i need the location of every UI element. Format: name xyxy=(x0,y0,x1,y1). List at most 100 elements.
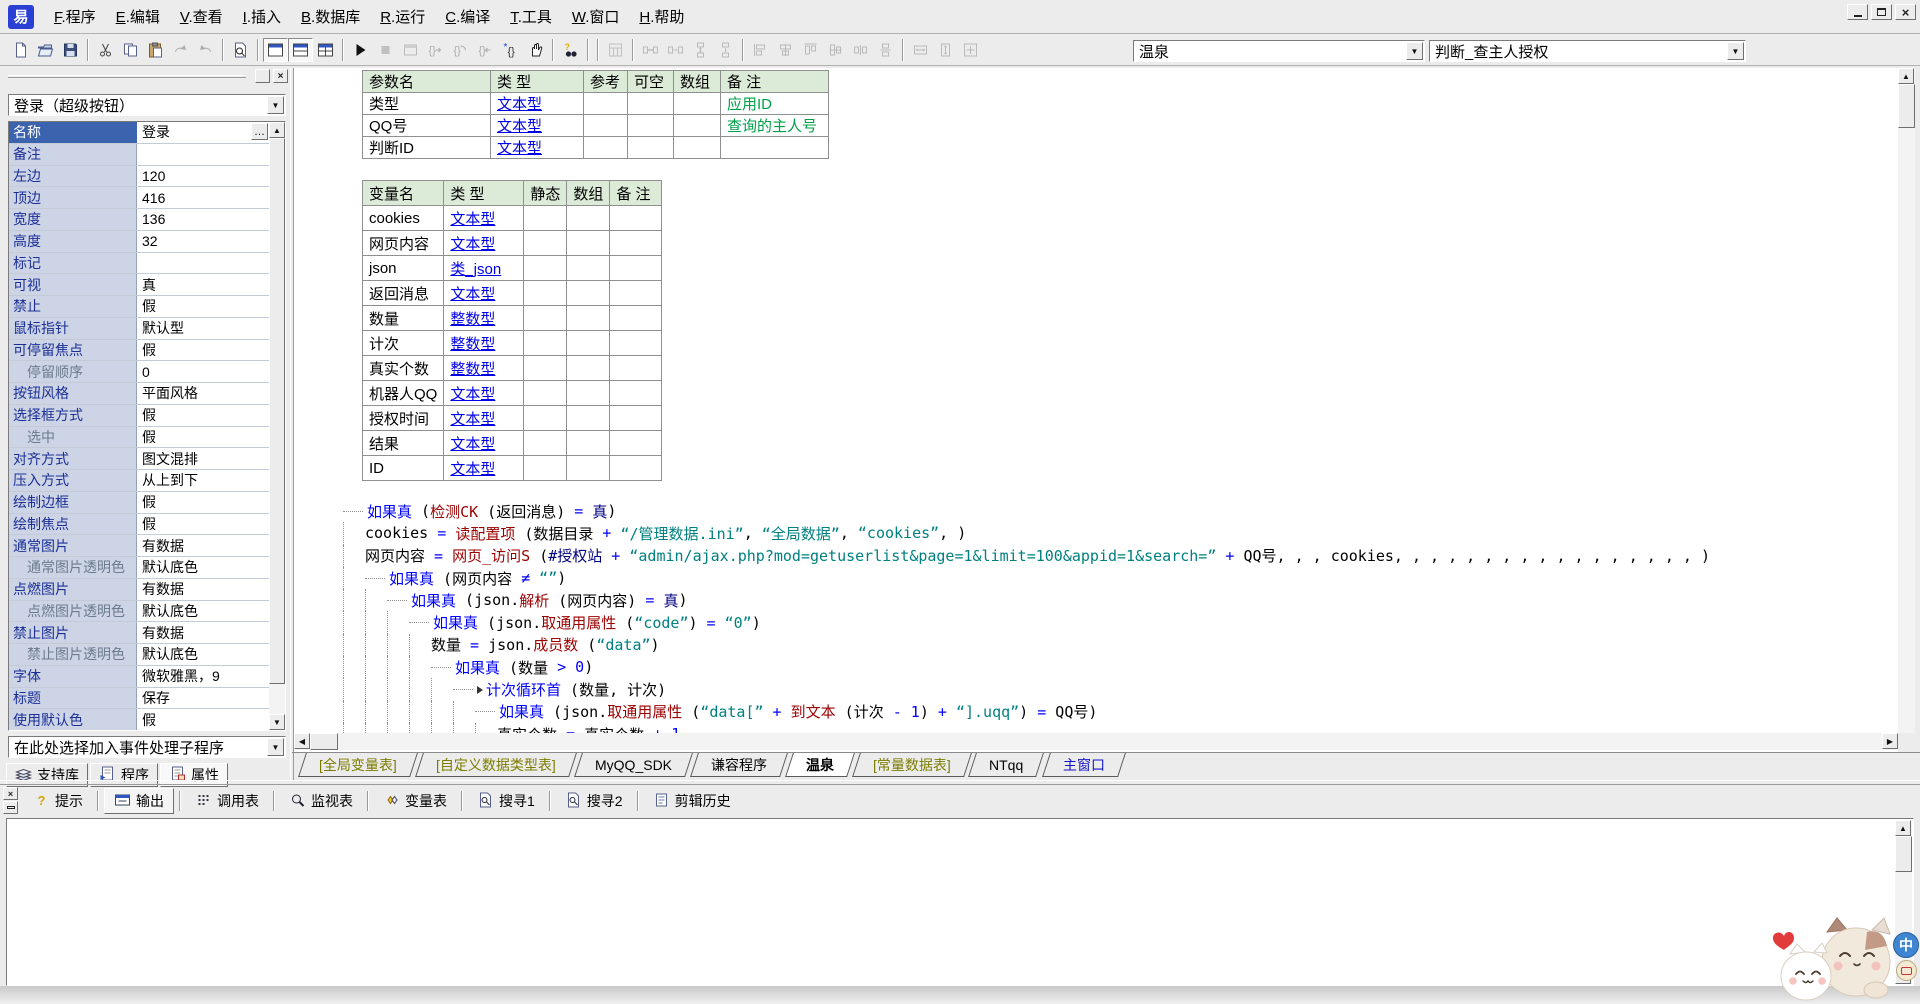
dock-tab-4[interactable]: 变量表 xyxy=(374,788,456,814)
var-table-row-cell-static[interactable] xyxy=(524,381,567,406)
property-row[interactable]: 左边120 xyxy=(9,166,269,188)
param-table-row-cell-remark[interactable] xyxy=(721,137,829,159)
property-row[interactable]: 通常图片有数据 xyxy=(9,535,269,557)
var-table-row[interactable]: 网页内容文本型 xyxy=(363,231,662,256)
property-row[interactable]: 点燃图片透明色默认底色 xyxy=(9,601,269,623)
menu-item-tools[interactable]: T.工具 xyxy=(500,2,562,31)
type-link[interactable]: 文本型 xyxy=(450,386,495,403)
var-table-row-cell-static[interactable] xyxy=(524,306,567,331)
var-table-row-cell-name[interactable]: 计次 xyxy=(363,331,444,356)
property-value[interactable]: 有数据 xyxy=(137,579,269,600)
ellipsis-button[interactable]: … xyxy=(251,123,268,140)
menu-item-edit[interactable]: E.编辑 xyxy=(106,2,170,31)
var-table-row-cell-type[interactable]: 整数型 xyxy=(444,331,524,356)
param-table-row[interactable]: 判断ID文本型 xyxy=(363,137,829,159)
type-link[interactable]: 文本型 xyxy=(497,140,542,157)
var-table-row-cell-remark[interactable] xyxy=(610,381,662,406)
property-row[interactable]: 点燃图片有数据 xyxy=(9,579,269,601)
param-table-row-cell-nullable[interactable] xyxy=(628,93,674,115)
param-table-row-cell-array[interactable] xyxy=(674,93,721,115)
dock-tab-7[interactable]: 剪辑历史 xyxy=(644,788,740,814)
var-table-row-cell-remark[interactable] xyxy=(610,331,662,356)
var-table-row-cell-array[interactable] xyxy=(567,456,610,481)
menu-item-window[interactable]: W.窗口 xyxy=(562,2,630,31)
param-table-row-cell-name[interactable]: 类型 xyxy=(363,93,491,115)
var-table-row-cell-remark[interactable] xyxy=(610,306,662,331)
var-table-row[interactable]: json 类_json xyxy=(363,256,662,281)
project-tab-1[interactable]: [自定义数据类型表] xyxy=(415,753,577,777)
var-table-row-cell-array[interactable] xyxy=(567,381,610,406)
toolbar-align-h-button[interactable] xyxy=(848,38,873,62)
var-table-row-cell-remark[interactable] xyxy=(610,406,662,431)
var-table-row-cell-array[interactable] xyxy=(567,281,610,306)
menu-item-view[interactable]: V.查看 xyxy=(170,2,233,31)
object-selector-combo[interactable]: 登录（超级按钮） ▼ xyxy=(8,94,286,116)
scroll-track[interactable] xyxy=(338,733,1882,750)
horizontal-scrollbar[interactable]: ◀ ▶ xyxy=(294,733,1898,750)
menu-item-insert[interactable]: I.插入 xyxy=(233,2,291,31)
output-panel[interactable]: ▲ ▼ xyxy=(6,818,1914,986)
property-value[interactable]: 有数据 xyxy=(137,535,269,556)
toolbar-view-top-button[interactable] xyxy=(263,38,288,62)
property-row[interactable]: 通常图片透明色默认底色 xyxy=(9,557,269,579)
var-table-row-cell-remark[interactable] xyxy=(610,431,662,456)
code-line[interactable]: cookies = 读配置项 (数据目录 + “/管理数据.ini”, “全局数… xyxy=(343,522,1883,544)
toolbar-breakpoint-button[interactable]: {}* xyxy=(498,38,523,62)
project-tab-7[interactable]: 主窗口 xyxy=(1042,753,1126,777)
var-table-row-cell-remark[interactable] xyxy=(610,256,662,281)
var-table-row-cell-name[interactable]: 授权时间 xyxy=(363,406,444,431)
property-row[interactable]: 顶边416 xyxy=(9,187,269,209)
var-table-row-cell-name[interactable]: json xyxy=(363,256,444,281)
var-table-row[interactable]: 结果文本型 xyxy=(363,431,662,456)
scroll-left-icon[interactable]: ◀ xyxy=(294,733,310,749)
var-table-row-cell-array[interactable] xyxy=(567,206,610,231)
var-table-row-cell-array[interactable] xyxy=(567,356,610,381)
menu-item-run[interactable]: R.运行 xyxy=(370,2,435,31)
toolbar-align-center-button[interactable] xyxy=(773,38,798,62)
var-table-row[interactable]: 数量整数型 xyxy=(363,306,662,331)
toolbar-stop-button[interactable] xyxy=(373,38,398,62)
property-value[interactable]: 假 xyxy=(137,492,269,513)
property-value[interactable]: 微软雅黑，9 xyxy=(137,666,269,687)
project-tab-4[interactable]: 温泉 xyxy=(785,753,855,777)
toolbar-space-v-add-button[interactable] xyxy=(688,38,713,62)
param-table-row-cell-type[interactable]: 文本型 xyxy=(491,93,584,115)
property-row[interactable]: 禁止假 xyxy=(9,296,269,318)
var-table-row-cell-static[interactable] xyxy=(524,231,567,256)
project-tab-2[interactable]: MyQQ_SDK xyxy=(574,753,693,777)
toolbar-run-button[interactable] xyxy=(348,38,373,62)
property-row[interactable]: 字体微软雅黑，9 xyxy=(9,666,269,688)
var-table-row-cell-array[interactable] xyxy=(567,231,610,256)
property-row[interactable]: 压入方式从上到下 xyxy=(9,470,269,492)
code-line[interactable]: 如果真 (json.取通用属性 (“code”) = “0”) xyxy=(343,611,1883,633)
var-table-row-cell-array[interactable] xyxy=(567,256,610,281)
type-link[interactable]: 整数型 xyxy=(450,361,495,378)
var-table-row[interactable]: ID文本型 xyxy=(363,456,662,481)
toolbar-debug-window-button[interactable] xyxy=(398,38,423,62)
var-table-row-cell-static[interactable] xyxy=(524,456,567,481)
type-link[interactable]: 文本型 xyxy=(450,461,495,478)
type-link[interactable]: 文本型 xyxy=(450,436,495,453)
type-link[interactable]: 类_json xyxy=(450,261,501,278)
var-table-row[interactable]: 返回消息文本型 xyxy=(363,281,662,306)
var-table-row[interactable]: cookies文本型 xyxy=(363,206,662,231)
var-table-row-cell-name[interactable]: 网页内容 xyxy=(363,231,444,256)
param-table-row-cell-ref[interactable] xyxy=(584,93,628,115)
var-table-row-cell-name[interactable]: 返回消息 xyxy=(363,281,444,306)
menu-item-compile[interactable]: C.编译 xyxy=(435,2,500,31)
toolbar-space-h-add-button[interactable] xyxy=(638,38,663,62)
property-row[interactable]: 对齐方式图文混排 xyxy=(9,448,269,470)
property-value[interactable]: 假 xyxy=(137,427,269,448)
property-row[interactable]: 可停留焦点假 xyxy=(9,340,269,362)
var-table-row-cell-static[interactable] xyxy=(524,206,567,231)
var-table-row-cell-remark[interactable] xyxy=(610,356,662,381)
close-button[interactable]: × xyxy=(1895,4,1916,20)
var-table-row-cell-type[interactable]: 文本型 xyxy=(444,456,524,481)
var-table-row-cell-name[interactable]: 结果 xyxy=(363,431,444,456)
code-editor-canvas[interactable]: 参数名类 型参考可空数组备 注类型文本型应用IDQQ号文本型查询的主人号判断ID… xyxy=(294,68,1898,752)
toolbar-same-height-button[interactable] xyxy=(933,38,958,62)
toolbar-new-button[interactable] xyxy=(8,38,33,62)
param-table-row-cell-type[interactable]: 文本型 xyxy=(491,137,584,159)
property-value[interactable]: 120 xyxy=(137,166,269,187)
param-table-row-cell-nullable[interactable] xyxy=(628,137,674,159)
